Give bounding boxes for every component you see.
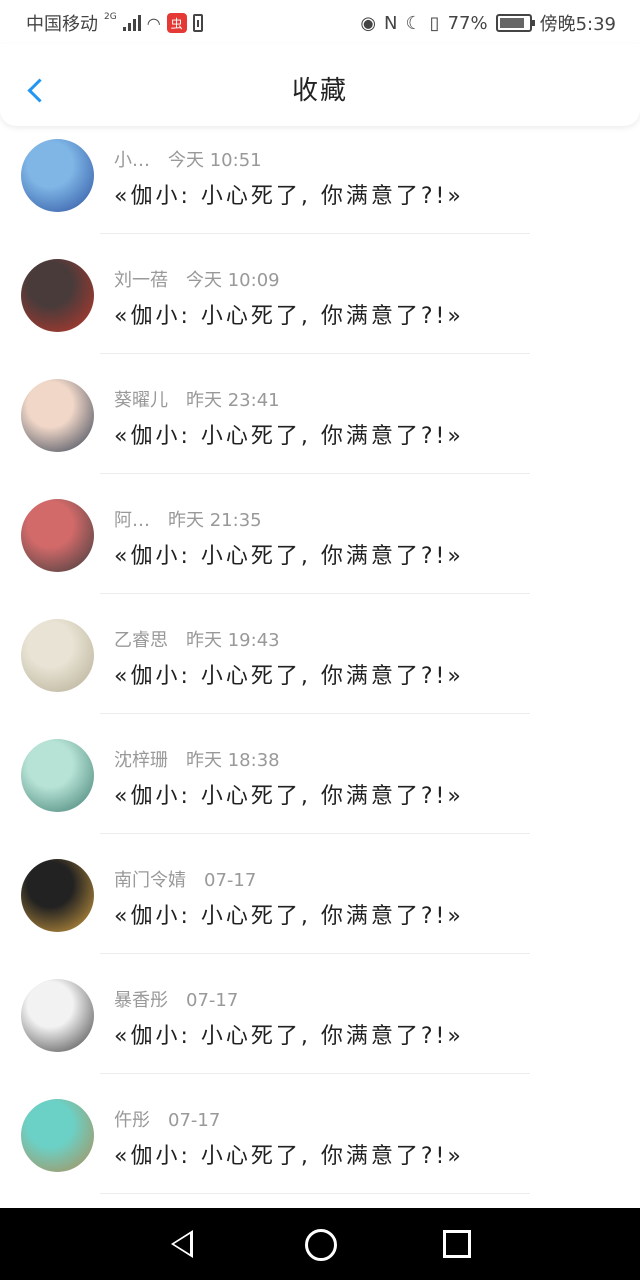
list-item[interactable]: 刘一蓓 今天 10:09 «伽小: 小心死了, 你满意了?!» [0,246,640,366]
clock: 傍晚5:39 [539,14,616,35]
item-name: 小… [114,150,150,171]
avatar[interactable] [21,619,94,692]
item-name: 乙睿思 [114,630,168,651]
avatar[interactable] [21,379,94,452]
navigation-bar [0,1208,640,1280]
item-meta: 小… 今天 10:51 [114,146,262,172]
item-name: 暴香彤 [114,990,168,1011]
circle-home-icon[interactable] [305,1229,337,1261]
triangle-back-icon[interactable] [171,1230,193,1258]
square-recent-icon[interactable] [443,1230,471,1258]
divider [100,473,530,474]
item-message: «伽小: 小心死了, 你满意了?!» [114,184,464,209]
list-item[interactable]: 葵曜儿 昨天 23:41 «伽小: 小心死了, 你满意了?!» [0,366,640,486]
item-time: 今天 10:09 [186,270,280,291]
item-message: «伽小: 小心死了, 你满意了?!» [114,544,464,569]
item-time: 昨天 21:35 [168,510,262,531]
item-message: «伽小: 小心死了, 你满意了?!» [114,1024,464,1049]
eye-icon: ◉ [360,12,377,34]
avatar[interactable] [21,499,94,572]
item-time: 07-17 [204,870,257,891]
item-name: 南门令婧 [114,870,186,891]
item-name: 葵曜儿 [114,390,168,411]
wifi-icon: ◠ [146,13,161,33]
item-time: 昨天 18:38 [186,750,280,771]
item-time: 昨天 19:43 [186,630,280,651]
network-type: 2G [104,12,117,22]
item-meta: 阿… 昨天 21:35 [114,506,262,532]
list-item[interactable]: 南门令婧 07-17 «伽小: 小心死了, 你满意了?!» [0,846,640,966]
divider [100,953,530,954]
vibrate-icon: ▯ [429,12,440,34]
item-time: 昨天 23:41 [186,390,280,411]
avatar[interactable] [21,859,94,932]
item-meta: 暴香彤 07-17 [114,986,238,1012]
nfc-icon: Ν [384,12,398,34]
header: 收藏 [0,44,640,126]
item-time: 07-17 [168,1110,221,1131]
item-meta: 葵曜儿 昨天 23:41 [114,386,280,412]
item-time: 07-17 [186,990,239,1011]
carrier-label: 中国移动 [26,14,98,35]
item-name: 仵彤 [114,1110,150,1131]
item-name: 刘一蓓 [114,270,168,291]
item-meta: 沈梓珊 昨天 18:38 [114,746,280,772]
item-meta: 刘一蓓 今天 10:09 [114,266,280,292]
divider [100,1193,530,1194]
divider [100,233,530,234]
avatar[interactable] [21,1099,94,1172]
app-notification-icon: 虫 [166,13,187,33]
item-message: «伽小: 小心死了, 你满意了?!» [114,304,464,329]
signal-icon [122,15,141,31]
item-name: 阿… [114,510,150,531]
status-bar: 中国移动 2G ◠ 虫 ◉ Ν ☾ ▯ 77% 傍晚5:39 [0,0,640,44]
avatar[interactable] [21,139,94,212]
item-message: «伽小: 小心死了, 你满意了?!» [114,664,464,689]
item-meta: 仵彤 07-17 [114,1106,220,1132]
item-message: «伽小: 小心死了, 你满意了?!» [114,424,464,449]
divider [100,593,530,594]
list-item[interactable]: 沈梓珊 昨天 18:38 «伽小: 小心死了, 你满意了?!» [0,726,640,846]
page-title: 收藏 [291,76,348,106]
item-meta: 南门令婧 07-17 [114,866,256,892]
item-message: «伽小: 小心死了, 你满意了?!» [114,904,464,929]
divider [100,1073,530,1074]
item-message: «伽小: 小心死了, 你满意了?!» [114,784,464,809]
item-meta: 乙睿思 昨天 19:43 [114,626,280,652]
item-message: «伽小: 小心死了, 你满意了?!» [114,1144,464,1169]
status-right: ◉ Ν ☾ ▯ 77% 傍晚5:39 [360,10,616,36]
avatar[interactable] [21,259,94,332]
list-item[interactable]: 阿… 昨天 21:35 «伽小: 小心死了, 你满意了?!» [0,486,640,606]
divider [100,833,530,834]
list-item[interactable]: 暴香彤 07-17 «伽小: 小心死了, 你满意了?!» [0,966,640,1086]
battery-percent: 77% [447,12,488,34]
item-name: 沈梓珊 [114,750,168,771]
item-time: 今天 10:51 [168,150,262,171]
avatar[interactable] [21,979,94,1052]
avatar[interactable] [21,739,94,812]
sim-alert-icon [192,14,203,32]
list-item[interactable]: 乙睿思 昨天 19:43 «伽小: 小心死了, 你满意了?!» [0,606,640,726]
status-left: 中国移动 2G ◠ 虫 [26,10,203,36]
favorites-list: 小… 今天 10:51 «伽小: 小心死了, 你满意了?!» 刘一蓓 今天 10:0… [0,126,640,1206]
list-item[interactable]: 小… 今天 10:51 «伽小: 小心死了, 你满意了?!» [0,126,640,246]
divider [100,713,530,714]
moon-icon: ☾ [405,12,422,34]
divider [100,353,530,354]
list-item[interactable]: 仵彤 07-17 «伽小: 小心死了, 你满意了?!» [0,1086,640,1206]
battery-icon [495,14,535,32]
